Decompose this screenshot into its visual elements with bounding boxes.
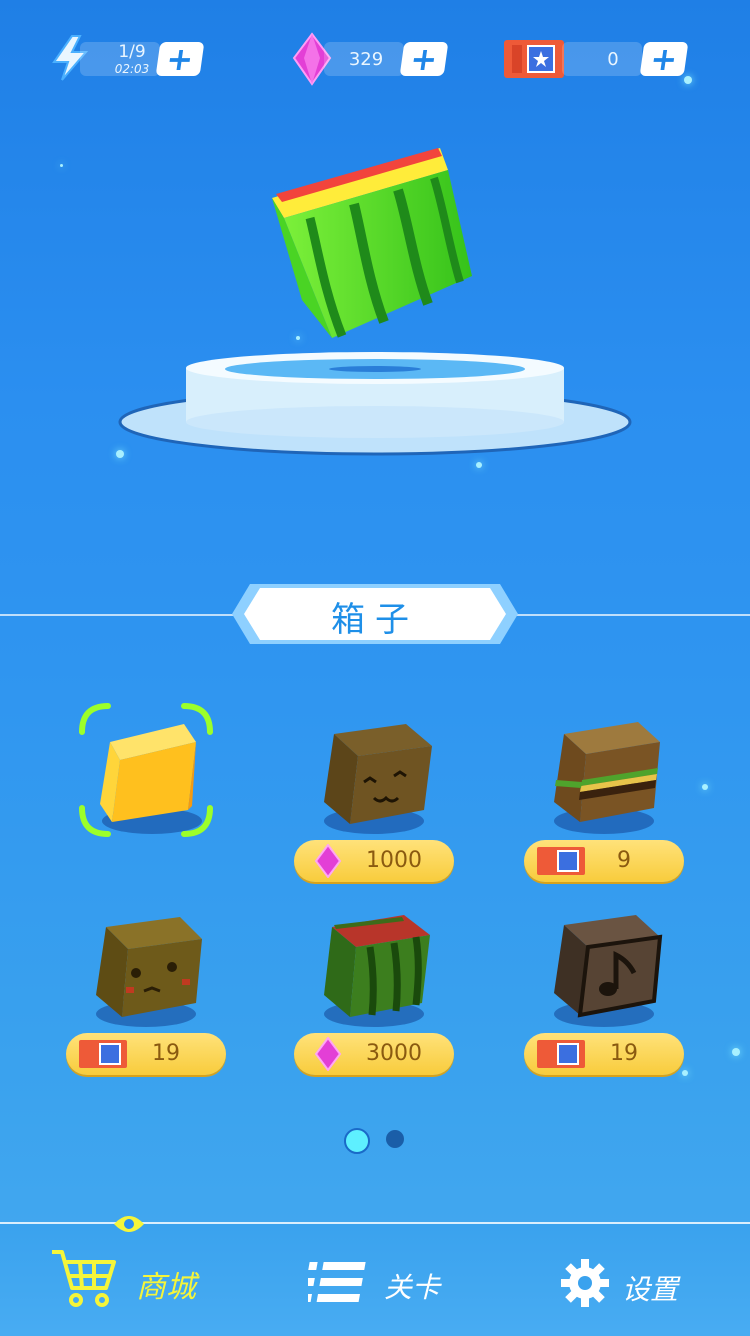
coupon-icon xyxy=(504,40,564,78)
nav-settings[interactable]: 设置 xyxy=(560,1242,710,1322)
section-title: 箱子 xyxy=(331,600,419,640)
nav-levels-label: 关卡 xyxy=(384,1271,441,1304)
nav-settings-label: 设置 xyxy=(622,1273,679,1306)
price-tag[interactable]: 9 xyxy=(524,840,684,882)
price-tag[interactable]: 19 xyxy=(524,1033,684,1075)
sparkle xyxy=(702,784,708,790)
item-face-cube[interactable]: 19 xyxy=(66,893,236,1075)
coupon-counter: 0 + xyxy=(502,40,692,78)
price-value: 19 xyxy=(152,1041,180,1066)
sparkle xyxy=(476,462,482,468)
price-tag[interactable]: 3000 xyxy=(294,1033,454,1075)
price-value: 19 xyxy=(610,1041,638,1066)
showcase-cube xyxy=(272,148,472,338)
page-dot[interactable] xyxy=(386,1130,404,1148)
coupon-icon xyxy=(79,1040,127,1068)
bottom-navigation: 商城 关卡 设置 xyxy=(0,1216,750,1336)
face-cube-icon xyxy=(96,917,202,1017)
item-cat-cube[interactable]: 1000 xyxy=(294,700,464,882)
energy-value: 1/9 xyxy=(118,42,146,62)
burger-cube-icon xyxy=(554,722,660,822)
item-music-cube[interactable]: 19 xyxy=(524,893,694,1075)
item-yellow-cube[interactable] xyxy=(72,700,242,880)
price-value: 3000 xyxy=(366,1041,422,1066)
gem-counter: 329 + xyxy=(292,32,452,86)
display-pedestal xyxy=(118,352,632,456)
add-energy-button[interactable]: + xyxy=(155,40,205,78)
gem-icon xyxy=(314,844,342,878)
nav-levels[interactable]: 关卡 xyxy=(308,1242,458,1322)
price-tag[interactable]: 19 xyxy=(66,1033,226,1075)
coupon-icon xyxy=(537,847,585,875)
energy-timer: 02:03 xyxy=(114,62,150,76)
cat-cube-icon xyxy=(324,724,432,824)
section-title-banner: 箱子 xyxy=(232,584,518,644)
gear-icon xyxy=(561,1259,609,1307)
sparkle xyxy=(60,164,63,167)
price-tag[interactable]: 1000 xyxy=(294,840,454,882)
item-burger-cube[interactable]: 9 xyxy=(524,700,694,882)
active-indicator-icon xyxy=(114,1216,144,1232)
coupon-icon xyxy=(537,1040,585,1068)
energy-counter: 1/9 02:03 + xyxy=(50,35,210,81)
cart-icon xyxy=(52,1250,116,1307)
nav-shop[interactable]: 商城 xyxy=(50,1242,230,1322)
add-gems-button[interactable]: + xyxy=(399,40,449,78)
gem-value: 329 xyxy=(348,49,384,70)
item-watermelon-cube[interactable]: 3000 xyxy=(294,893,464,1075)
add-coupons-button[interactable]: + xyxy=(639,40,689,78)
list-icon xyxy=(308,1262,366,1302)
selection-brackets xyxy=(79,703,213,837)
price-value: 9 xyxy=(617,848,631,873)
price-value: 1000 xyxy=(366,848,422,873)
nav-shop-label: 商城 xyxy=(136,1270,196,1305)
gem-icon xyxy=(314,1037,342,1071)
music-cube-icon xyxy=(554,915,663,1018)
coupon-value: 0 xyxy=(607,49,619,70)
sparkle xyxy=(732,1048,740,1056)
page-dot-active[interactable] xyxy=(344,1128,370,1154)
watermelon-cube-icon xyxy=(324,915,430,1017)
